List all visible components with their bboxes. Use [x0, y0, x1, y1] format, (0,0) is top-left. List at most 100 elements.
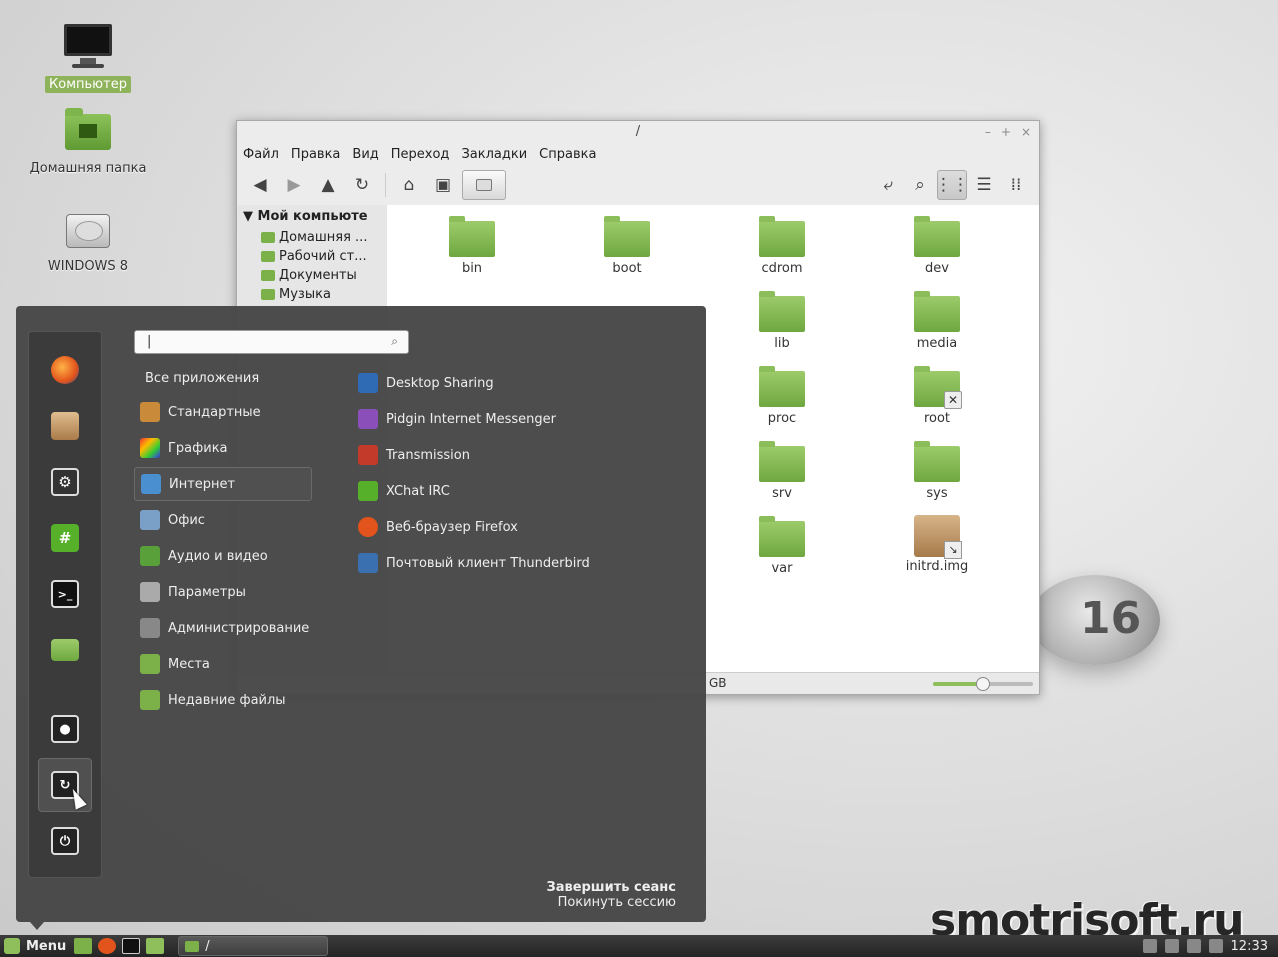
taskbar-window-label: /: [205, 938, 210, 954]
close-button[interactable]: ×: [1021, 121, 1031, 143]
app-transmission[interactable]: Transmission: [358, 441, 470, 469]
terminal-launcher-icon[interactable]: [122, 938, 141, 954]
all-applications[interactable]: Все приложения: [145, 371, 259, 386]
volume-icon[interactable]: [1164, 939, 1179, 953]
fav-lock-screen[interactable]: ●: [47, 711, 83, 747]
recent-files-icon: [140, 690, 160, 710]
shutdown-icon: ⏻: [51, 827, 79, 855]
menu-file[interactable]: Файл: [243, 147, 279, 162]
file-item-lib[interactable]: lib: [737, 291, 827, 351]
sidebar-heading[interactable]: ▼ Мой компьюте: [237, 205, 387, 228]
file-item-sys[interactable]: sys: [892, 441, 982, 501]
menu-search-input[interactable]: | ⌕: [134, 330, 409, 354]
accessories-icon: [140, 402, 160, 422]
fav-system-settings[interactable]: ⚙: [47, 464, 83, 500]
fav-files[interactable]: [47, 632, 83, 668]
folder-icon: [914, 441, 960, 482]
hard-drive-icon: [62, 206, 114, 252]
fav-shutdown[interactable]: ⏻: [47, 823, 83, 859]
folder-icon: [185, 940, 200, 952]
fav-xchat[interactable]: #: [47, 520, 83, 556]
app-pidgin[interactable]: Pidgin Internet Messenger: [358, 405, 556, 433]
icon-view-icon[interactable]: ⋮⋮: [935, 170, 969, 200]
folder-icon: [914, 291, 960, 332]
category-graphics[interactable]: Графика: [134, 431, 312, 465]
up-icon[interactable]: ▲: [313, 170, 343, 200]
menu-help[interactable]: Справка: [539, 147, 596, 162]
clock[interactable]: 12:33: [1231, 939, 1268, 954]
menu-edit[interactable]: Правка: [291, 147, 340, 162]
file-item-media[interactable]: media: [892, 291, 982, 351]
menu-go[interactable]: Переход: [391, 147, 450, 162]
sidebar-item-home[interactable]: Домашняя ...: [237, 228, 387, 247]
minimize-button[interactable]: –: [985, 121, 991, 143]
sidebar-item-music[interactable]: Музыка: [237, 285, 387, 304]
file-item-boot[interactable]: boot: [582, 216, 672, 276]
app-desktop-sharing[interactable]: Desktop Sharing: [358, 369, 494, 397]
fav-package-manager[interactable]: [47, 408, 83, 444]
category-sound-video[interactable]: Аудио и видео: [134, 539, 312, 573]
fav-terminal[interactable]: >_: [47, 576, 83, 612]
toggle-location-icon[interactable]: ⤶: [873, 170, 903, 200]
back-icon[interactable]: ◀: [245, 170, 275, 200]
file-item-cdrom[interactable]: cdrom: [737, 216, 827, 276]
computer-icon[interactable]: ▣: [428, 170, 458, 200]
thunderbird-icon: [358, 553, 378, 573]
breadcrumb-root[interactable]: [462, 170, 506, 200]
reload-icon[interactable]: ↻: [347, 170, 377, 200]
app-thunderbird[interactable]: Почтовый клиент Thunderbird: [358, 549, 590, 577]
folder-icon: [759, 216, 805, 257]
home-icon[interactable]: ⌂: [394, 170, 424, 200]
lock-screen-icon: ●: [51, 715, 79, 743]
firefox-launcher-icon[interactable]: [98, 938, 117, 954]
files-launcher-icon[interactable]: [146, 938, 165, 954]
pidgin-icon: [358, 409, 378, 429]
sidebar-item-desktop[interactable]: Рабочий ст...: [237, 247, 387, 266]
category-recent-files[interactable]: Недавние файлы: [134, 683, 312, 717]
update-icon[interactable]: [1142, 939, 1157, 953]
session-subtitle: Покинуть сессию: [557, 895, 676, 910]
desktop-icon-drive[interactable]: WINDOWS 8: [18, 206, 158, 275]
fav-firefox[interactable]: [47, 352, 83, 388]
category-internet[interactable]: Интернет: [134, 467, 312, 501]
file-item-var[interactable]: var: [737, 516, 827, 576]
category-administration[interactable]: Администрирование: [134, 611, 312, 645]
network-icon[interactable]: [1208, 939, 1223, 953]
zoom-handle[interactable]: [976, 677, 990, 691]
file-item-srv[interactable]: srv: [737, 441, 827, 501]
zoom-slider[interactable]: [933, 677, 1033, 691]
compact-view-icon[interactable]: ⁞⁞: [1001, 170, 1031, 200]
folder-icon: ✕: [914, 366, 962, 409]
file-item-root[interactable]: ✕ root: [892, 366, 982, 426]
file-item-dev[interactable]: dev: [892, 216, 982, 276]
category-preferences[interactable]: Параметры: [134, 575, 312, 609]
file-item-bin[interactable]: bin: [427, 216, 517, 276]
folder-icon: [759, 516, 805, 557]
folder-icon: [604, 216, 650, 257]
file-item-proc[interactable]: proc: [737, 366, 827, 426]
maximize-button[interactable]: +: [1001, 121, 1011, 143]
folder-icon: [759, 291, 805, 332]
show-desktop-icon[interactable]: [74, 938, 93, 954]
menu-bookmarks[interactable]: Закладки: [461, 147, 527, 162]
sidebar-item-documents[interactable]: Документы: [237, 266, 387, 285]
taskbar-window-button[interactable]: /: [178, 936, 329, 956]
desktop-icon-home[interactable]: Домашняя папка: [18, 108, 158, 177]
app-xchat[interactable]: XChat IRC: [358, 477, 450, 505]
menu-button[interactable]: Menu: [0, 935, 74, 957]
window-title: /: [635, 124, 641, 139]
category-office[interactable]: Офис: [134, 503, 312, 537]
file-item-initrd[interactable]: ↘ initrd.img: [892, 515, 982, 574]
package-manager-icon: [51, 412, 79, 440]
category-places[interactable]: Места: [134, 647, 312, 681]
keyboard-layout-icon[interactable]: [1186, 939, 1201, 953]
forward-icon[interactable]: ▶: [279, 170, 309, 200]
category-accessories[interactable]: Стандартные: [134, 395, 312, 429]
folder-icon: [261, 232, 275, 243]
search-icon[interactable]: ⌕: [905, 170, 935, 200]
list-view-icon[interactable]: ☰: [969, 170, 999, 200]
window-titlebar[interactable]: / – + ×: [237, 121, 1039, 143]
desktop-icon-computer[interactable]: Компьютер: [18, 24, 158, 93]
menu-view[interactable]: Вид: [352, 147, 378, 162]
app-firefox[interactable]: Веб-браузер Firefox: [358, 513, 518, 541]
